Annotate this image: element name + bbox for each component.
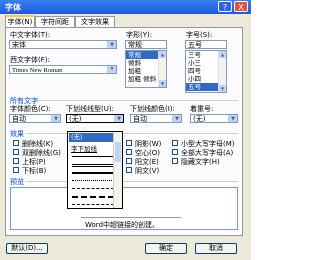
line-style-long-dash[interactable] xyxy=(70,201,114,209)
engrave-label: 阴文(V) xyxy=(135,167,160,175)
cancel-button[interactable]: 取消 xyxy=(195,243,237,254)
tab-character-spacing[interactable]: 字符间距(R) xyxy=(35,16,75,37)
scrollbar[interactable]: ▲ ▼ xyxy=(218,51,226,92)
underline-style-dropdown[interactable]: (无) 字下加线 xyxy=(67,131,123,209)
line-style-solid[interactable] xyxy=(70,153,114,161)
underline-style-label: 下划线线型(U): xyxy=(66,105,114,113)
hidden-label: 隐藏文字(H) xyxy=(181,158,220,166)
line-style-thick[interactable] xyxy=(70,169,114,177)
font-style-input[interactable]: 常规 xyxy=(125,40,167,49)
small-caps-checkbox[interactable] xyxy=(172,140,178,146)
font-color-combo[interactable]: 自动 ▼ xyxy=(9,114,61,123)
font-size-label: 字号(S): xyxy=(186,31,213,39)
help-button[interactable]: ? xyxy=(218,1,232,12)
font-size-list[interactable]: 三号 小三 四号 小四 五号 ▲ ▼ xyxy=(185,50,227,93)
hidden-checkbox[interactable] xyxy=(172,158,178,164)
scroll-down-icon[interactable]: ▼ xyxy=(219,85,226,92)
font-color-label: 字体颜色(C): xyxy=(10,105,51,113)
line-style-dotted[interactable] xyxy=(70,177,114,185)
western-font-label: 西文字体(F): xyxy=(10,56,50,64)
tab-text-effects[interactable]: 文字效果(X) xyxy=(75,16,115,37)
chinese-font-value: 宋体 xyxy=(12,41,26,49)
double-strikethrough-checkbox[interactable] xyxy=(13,149,19,155)
scrollbar[interactable] xyxy=(113,132,122,208)
underline-style-combo[interactable]: (无) ▼ xyxy=(66,114,124,123)
preview-box: Word中超链接的创建。 xyxy=(10,187,238,230)
scroll-up-icon[interactable]: ▲ xyxy=(219,51,226,58)
emphasis-label: 着重号: xyxy=(190,105,214,113)
strikethrough-checkbox[interactable] xyxy=(13,140,19,146)
line-style-dashed[interactable] xyxy=(70,185,114,193)
font-style-label: 字形(Y): xyxy=(126,31,153,39)
chevron-down-icon[interactable]: ▼ xyxy=(51,115,60,122)
chevron-down-icon[interactable]: ▼ xyxy=(172,115,181,122)
emphasis-combo[interactable]: (无) ▼ xyxy=(190,114,238,123)
chevron-down-icon[interactable]: ▼ xyxy=(107,66,116,73)
line-style-dash-dot[interactable] xyxy=(70,193,114,201)
dropdown-item-label: (无) xyxy=(71,133,83,141)
divider xyxy=(26,181,238,182)
western-font-combo[interactable]: Times New Roman ▼ xyxy=(9,65,117,74)
chevron-down-icon[interactable]: ▼ xyxy=(107,41,116,48)
ok-button[interactable]: 确定 xyxy=(145,243,187,254)
divider xyxy=(26,133,238,134)
engrave-checkbox[interactable] xyxy=(126,167,132,173)
line-style-double[interactable] xyxy=(70,161,114,169)
chevron-down-icon[interactable]: ▼ xyxy=(228,115,237,122)
chevron-down-icon[interactable]: ▼ xyxy=(114,115,123,122)
scroll-down-icon[interactable]: ▼ xyxy=(159,80,166,87)
font-color-value: 自动 xyxy=(12,115,26,123)
emboss-checkbox[interactable] xyxy=(126,158,132,164)
scrollbar[interactable]: ▲ ▼ xyxy=(158,51,166,87)
font-style-list[interactable]: 常规 倾斜 加粗 加粗 倾斜 ▲ ▼ xyxy=(125,50,167,88)
scroll-thumb[interactable] xyxy=(115,142,121,162)
chinese-font-combo[interactable]: 宋体 ▼ xyxy=(9,40,117,49)
scroll-up-icon[interactable]: ▲ xyxy=(159,51,166,58)
chinese-font-label: 中文字体(T): xyxy=(10,31,51,39)
preview-section-label: 预览 xyxy=(10,178,24,186)
underline-color-label: 下划线颜色(I): xyxy=(130,105,175,113)
divider xyxy=(36,100,238,101)
underline-color-value: 自动 xyxy=(133,115,147,123)
underline-style-value: (无) xyxy=(69,115,82,123)
preview-text: Word中超链接的创建。 xyxy=(85,221,159,229)
close-button[interactable]: X xyxy=(234,1,248,12)
emphasis-value: (无) xyxy=(193,115,206,123)
default-button[interactable]: 默认(D)... xyxy=(6,243,48,254)
subscript-checkbox[interactable] xyxy=(13,167,19,173)
underline-color-combo[interactable]: 自动 ▼ xyxy=(130,114,182,123)
superscript-checkbox[interactable] xyxy=(13,158,19,164)
dropdown-item-selected[interactable]: (无) xyxy=(69,133,114,142)
preview-baseline xyxy=(81,217,181,218)
outline-checkbox[interactable] xyxy=(126,149,132,155)
font-dialog: 字体 ? X 字体(N) 字符间距(R) 文字效果(X) 中文字体(T): 宋体… xyxy=(0,0,251,260)
window-title: 字体 xyxy=(5,3,21,12)
effects-section-label: 效果 xyxy=(10,130,24,138)
title-bar: 字体 ? X xyxy=(0,0,251,14)
dropdown-item-words-only[interactable]: 字下加线 xyxy=(71,143,97,153)
western-font-value: Times New Roman xyxy=(12,67,63,74)
all-caps-checkbox[interactable] xyxy=(172,149,178,155)
shadow-checkbox[interactable] xyxy=(126,140,132,146)
subscript-label: 下标(B) xyxy=(22,167,47,175)
font-size-input[interactable]: 五号 xyxy=(185,40,227,49)
